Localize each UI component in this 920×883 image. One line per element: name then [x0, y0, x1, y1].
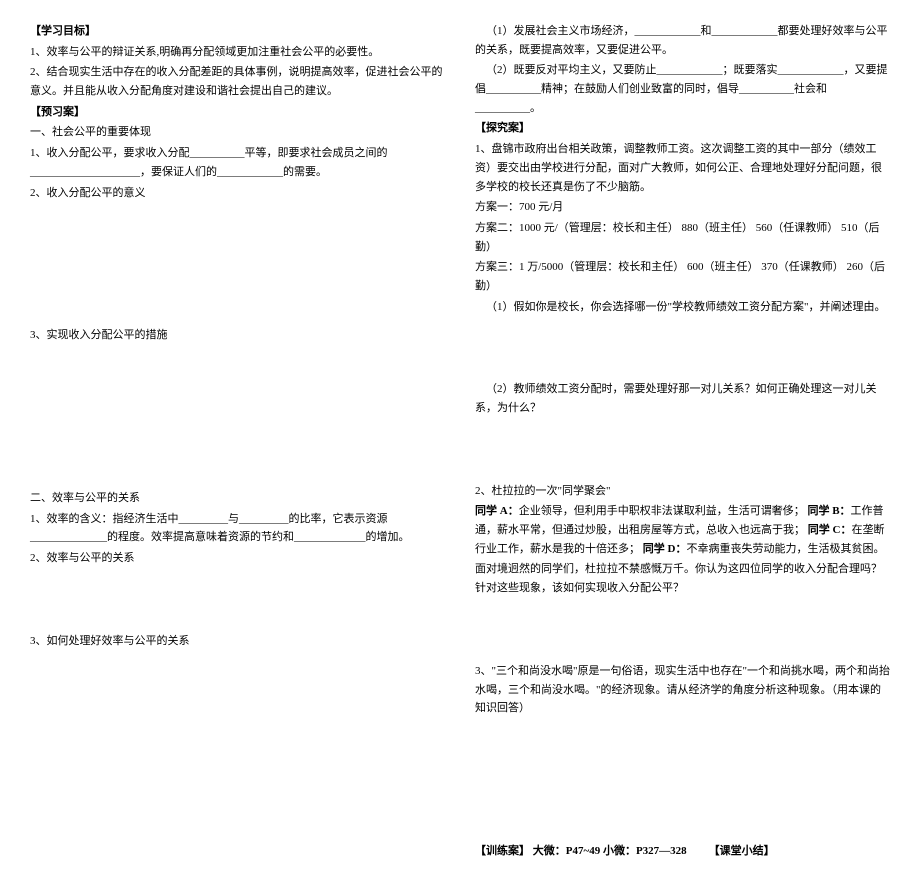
task3: 3、"三个和尚没水喝"原是一句俗语，现实生活中也存在"一个和尚挑水喝，两个和尚抬…: [475, 662, 890, 718]
section2-item2: 2、效率与公平的关系: [30, 549, 445, 568]
student-d-text: 不幸病重丧失劳动能力，生活极其贫困。: [686, 543, 884, 555]
left-column: 【学习目标】 1、效率与公平的辩证关系,明确再分配领域更加注重社会公平的必要性。…: [30, 20, 445, 863]
r-item1: （1）发展社会主义市场经济，____________和____________都…: [475, 22, 890, 59]
learning-goal-heading: 【学习目标】: [30, 22, 445, 41]
task1-q2: （2）教师绩效工资分配时，需要处理好那一对儿关系？如何正确处理这一对儿关系，为什…: [475, 380, 890, 417]
preview-heading: 【预习案】: [30, 103, 445, 122]
section1-item2: 2、收入分配公平的意义: [30, 184, 445, 203]
student-a-text: 企业领导，但利用手中职权非法谋取利益，生活可谓奢侈；: [519, 505, 805, 517]
student-a-label: 同学 A：: [475, 505, 519, 517]
student-d-label: 同学 D：: [643, 543, 687, 555]
section1-title: 一、社会公平的重要体现: [30, 123, 445, 142]
task2-body: 同学 A：企业领导，但利用手中职权非法谋取利益，生活可谓奢侈； 同学 B：工作普…: [475, 502, 890, 558]
goal-item-2: 2、结合现实生活中存在的收入分配差距的具体事例，说明提高效率，促进社会公平的意义…: [30, 63, 445, 100]
task1-plan-a: 方案一：700 元/月: [475, 198, 890, 217]
task2-title: 2、杜拉拉的一次"同学聚会": [475, 482, 890, 501]
goal-item-1: 1、效率与公平的辩证关系,明确再分配领域更加注重社会公平的必要性。: [30, 43, 445, 62]
task2-question: 面对境迥然的同学们，杜拉拉不禁感慨万千。你认为这四位同学的收入分配合理吗？针对这…: [475, 560, 890, 597]
footer-row: 【训练案】 大微：P47~49 小微：P327—328 【课堂小结】: [475, 842, 890, 861]
section2-item3: 3、如何处理好效率与公平的关系: [30, 632, 445, 651]
r-item2: （2）既要反对平均主义，又要防止____________；既要落实_______…: [475, 61, 890, 117]
task1-q1: （1）假如你是校长，你会选择哪一份"学校教师绩效工资分配方案"，并阐述理由。: [475, 298, 890, 317]
training-heading: 【训练案】 大微：P47~49 小微：P327—328: [475, 845, 687, 857]
section1-item3: 3、实现收入分配公平的措施: [30, 326, 445, 345]
right-column: （1）发展社会主义市场经济，____________和____________都…: [475, 20, 890, 863]
student-b-label: 同学 B：: [807, 505, 850, 517]
section2-item1: 1、效率的含义：指经济生活中_________与_________的比率，它表示…: [30, 510, 445, 547]
task1-plan-c: 方案三：1 万/5000（管理层：校长和主任） 600（班主任） 370（任课教…: [475, 258, 890, 295]
section1-item1: 1、收入分配公平，要求收入分配__________平等，即要求社会成员之间的__…: [30, 144, 445, 181]
student-c-label: 同学 C：: [808, 524, 852, 536]
section2-title: 二、效率与公平的关系: [30, 489, 445, 508]
summary-heading: 【课堂小结】: [709, 845, 775, 857]
explore-heading: 【探究案】: [475, 119, 890, 138]
task1-plan-b: 方案二：1000 元/（管理层：校长和主任） 880（班主任） 560（任课教师…: [475, 219, 890, 256]
task1-intro: 1、盘锦市政府出台相关政策，调整教师工资。这次调整工资的其中一部分（绩效工资）要…: [475, 140, 890, 196]
